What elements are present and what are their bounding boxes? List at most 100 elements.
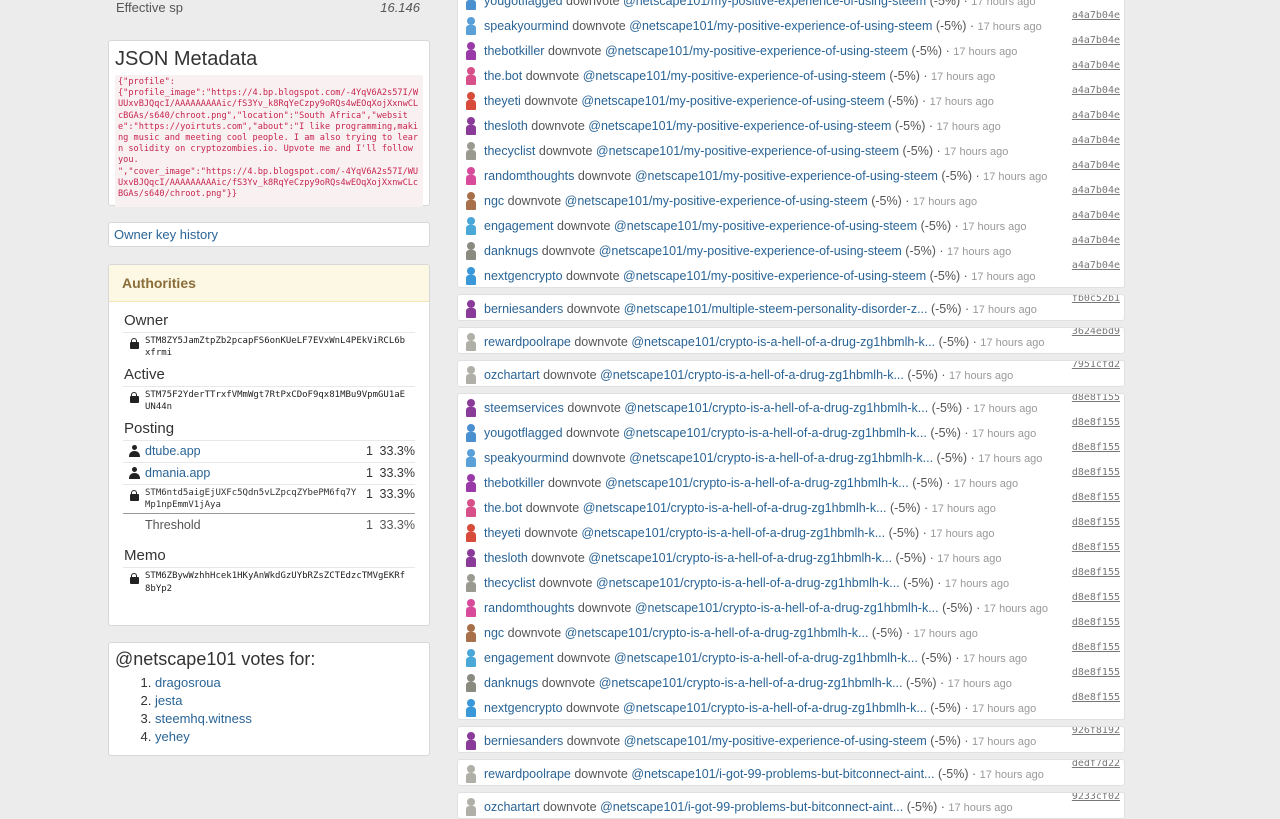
transaction-id-link[interactable]: a4a7b04e — [1072, 185, 1120, 196]
post-link[interactable]: @netscape101/my-positive-experience-of-u… — [629, 19, 932, 33]
post-link[interactable]: @netscape101/crypto-is-a-hell-of-a-drug-… — [565, 626, 869, 640]
transaction-id-link[interactable]: a4a7b04e — [1072, 10, 1120, 21]
post-link[interactable]: @netscape101/crypto-is-a-hell-of-a-drug-… — [614, 651, 918, 665]
transaction-id-link[interactable]: a4a7b04e — [1072, 235, 1120, 246]
transaction-id-link[interactable]: a4a7b04e — [1072, 110, 1120, 121]
transaction-id-link[interactable]: a4a7b04e — [1072, 135, 1120, 146]
transaction-id-link[interactable]: d8e8f155 — [1072, 592, 1120, 603]
post-link[interactable]: @netscape101/crypto-is-a-hell-of-a-drug-… — [588, 551, 892, 565]
transaction-id-link[interactable]: d8e8f155 — [1072, 567, 1120, 578]
voter-link[interactable]: speakyourmind — [484, 19, 569, 33]
witness-link[interactable]: dragosroua — [155, 675, 221, 690]
voter-link[interactable]: yougotflagged — [484, 426, 563, 440]
posting-account-link[interactable]: dtube.app — [145, 444, 201, 458]
transaction-id-link[interactable]: d8e8f155 — [1072, 394, 1120, 403]
post-link[interactable]: @netscape101/crypto-is-a-hell-of-a-drug-… — [631, 335, 935, 349]
voter-link[interactable]: rewardpoolrape — [484, 767, 571, 781]
post-link[interactable]: @netscape101/i-got-99-problems-but-bitco… — [600, 800, 903, 814]
post-link[interactable]: @netscape101/my-positive-experience-of-u… — [581, 94, 884, 108]
witness-link[interactable]: yehey — [155, 729, 190, 744]
voter-link[interactable]: rewardpoolrape — [484, 335, 571, 349]
voter-link[interactable]: ngc — [484, 194, 504, 208]
transaction-id-link[interactable]: 3624ebd9 — [1072, 328, 1120, 337]
post-link[interactable]: @netscape101/crypto-is-a-hell-of-a-drug-… — [600, 368, 904, 382]
transaction-id-link[interactable]: a4a7b04e — [1072, 260, 1120, 271]
voter-link[interactable]: danknugs — [484, 676, 538, 690]
transaction-id-link[interactable]: d8e8f155 — [1072, 542, 1120, 553]
transaction-id-link[interactable]: d8e8f155 — [1072, 642, 1120, 653]
transaction-id-link[interactable]: d8e8f155 — [1072, 467, 1120, 478]
post-link[interactable]: @netscape101/crypto-is-a-hell-of-a-drug-… — [629, 451, 933, 465]
post-link[interactable]: @netscape101/crypto-is-a-hell-of-a-drug-… — [605, 476, 909, 490]
post-link[interactable]: @netscape101/crypto-is-a-hell-of-a-drug-… — [599, 676, 903, 690]
post-link[interactable]: @netscape101/crypto-is-a-hell-of-a-drug-… — [635, 601, 939, 615]
post-link[interactable]: @netscape101/my-positive-experience-of-u… — [565, 194, 868, 208]
post-link[interactable]: @netscape101/my-positive-experience-of-u… — [614, 219, 917, 233]
post-link[interactable]: @netscape101/crypto-is-a-hell-of-a-drug-… — [583, 501, 887, 515]
voter-link[interactable]: nextgencrypto — [484, 701, 563, 715]
transaction-id-link[interactable]: a4a7b04e — [1072, 160, 1120, 171]
post-link[interactable]: @netscape101/my-positive-experience-of-u… — [588, 119, 891, 133]
transaction-id-link[interactable]: d8e8f155 — [1072, 442, 1120, 453]
transaction-id-link[interactable]: 7951cfd2 — [1072, 361, 1120, 370]
post-link[interactable]: @netscape101/i-got-99-problems-but-bitco… — [631, 767, 934, 781]
voter-link[interactable]: the.bot — [484, 501, 522, 515]
voter-link[interactable]: speakyourmind — [484, 451, 569, 465]
transaction-id-link[interactable]: a4a7b04e — [1072, 85, 1120, 96]
post-link[interactable]: @netscape101/crypto-is-a-hell-of-a-drug-… — [624, 401, 928, 415]
voter-link[interactable]: thebotkiller — [484, 476, 544, 490]
voter-link[interactable]: berniesanders — [484, 734, 563, 748]
post-link[interactable]: @netscape101/my-positive-experience-of-u… — [623, 0, 926, 8]
transaction-id-link[interactable]: d8e8f155 — [1072, 667, 1120, 678]
transaction-id-link[interactable]: a4a7b04e — [1072, 210, 1120, 221]
transaction-id-link[interactable]: fb0c52b1 — [1072, 295, 1120, 304]
transaction-id-link[interactable]: d8e8f155 — [1072, 617, 1120, 628]
post-link[interactable]: @netscape101/my-positive-experience-of-u… — [605, 44, 908, 58]
voter-link[interactable]: nextgencrypto — [484, 269, 563, 283]
post-link[interactable]: @netscape101/my-positive-experience-of-u… — [599, 244, 902, 258]
voter-link[interactable]: thecyclist — [484, 144, 535, 158]
witness-link[interactable]: jesta — [155, 693, 182, 708]
post-link[interactable]: @netscape101/multiple-steem-personality-… — [624, 302, 928, 316]
voter-link[interactable]: theyeti — [484, 526, 521, 540]
post-link[interactable]: @netscape101/crypto-is-a-hell-of-a-drug-… — [596, 576, 900, 590]
voter-link[interactable]: engagement — [484, 651, 554, 665]
voter-link[interactable]: thebotkiller — [484, 44, 544, 58]
post-link[interactable]: @netscape101/my-positive-experience-of-u… — [583, 69, 886, 83]
transaction-id-link[interactable]: dedf7d22 — [1072, 760, 1120, 769]
transaction-id-link[interactable]: d8e8f155 — [1072, 692, 1120, 703]
post-link[interactable]: @netscape101/my-positive-experience-of-u… — [624, 734, 927, 748]
voter-link[interactable]: ozchartart — [484, 800, 540, 814]
transaction-id-link[interactable]: a4a7b04e — [1072, 35, 1120, 46]
voter-link[interactable]: randomthoughts — [484, 169, 574, 183]
post-link[interactable]: @netscape101/crypto-is-a-hell-of-a-drug-… — [581, 526, 885, 540]
activity-row: the.bot downvote @netscape101/my-positiv… — [458, 60, 1124, 88]
owner-key-history-link[interactable]: Owner key history — [114, 227, 218, 242]
voter-link[interactable]: thesloth — [484, 119, 528, 133]
voter-link[interactable]: danknugs — [484, 244, 538, 258]
voter-link[interactable]: thecyclist — [484, 576, 535, 590]
voter-link[interactable]: berniesanders — [484, 302, 563, 316]
transaction-id-link[interactable]: d8e8f155 — [1072, 492, 1120, 503]
post-link[interactable]: @netscape101/crypto-is-a-hell-of-a-drug-… — [623, 701, 927, 715]
transaction-id-link[interactable]: d8e8f155 — [1072, 417, 1120, 428]
post-link[interactable]: @netscape101/my-positive-experience-of-u… — [623, 269, 926, 283]
voter-link[interactable]: randomthoughts — [484, 601, 574, 615]
voter-link[interactable]: steemservices — [484, 401, 564, 415]
voter-link[interactable]: engagement — [484, 219, 554, 233]
post-link[interactable]: @netscape101/crypto-is-a-hell-of-a-drug-… — [623, 426, 927, 440]
post-link[interactable]: @netscape101/my-positive-experience-of-u… — [635, 169, 938, 183]
vote-percent: (-5%) — [929, 0, 961, 8]
witness-link[interactable]: steemhq.witness — [155, 711, 252, 726]
posting-account-link[interactable]: dmania.app — [145, 466, 210, 480]
transaction-id-link[interactable]: 926f8192 — [1072, 727, 1120, 736]
voter-link[interactable]: theyeti — [484, 94, 521, 108]
post-link[interactable]: @netscape101/my-positive-experience-of-u… — [596, 144, 899, 158]
voter-link[interactable]: ozchartart — [484, 368, 540, 382]
transaction-id-link[interactable]: a4a7b04e — [1072, 60, 1120, 71]
voter-link[interactable]: ngc — [484, 626, 504, 640]
voter-link[interactable]: yougotflagged — [484, 0, 563, 8]
transaction-id-link[interactable]: d8e8f155 — [1072, 517, 1120, 528]
voter-link[interactable]: the.bot — [484, 69, 522, 83]
voter-link[interactable]: thesloth — [484, 551, 528, 565]
